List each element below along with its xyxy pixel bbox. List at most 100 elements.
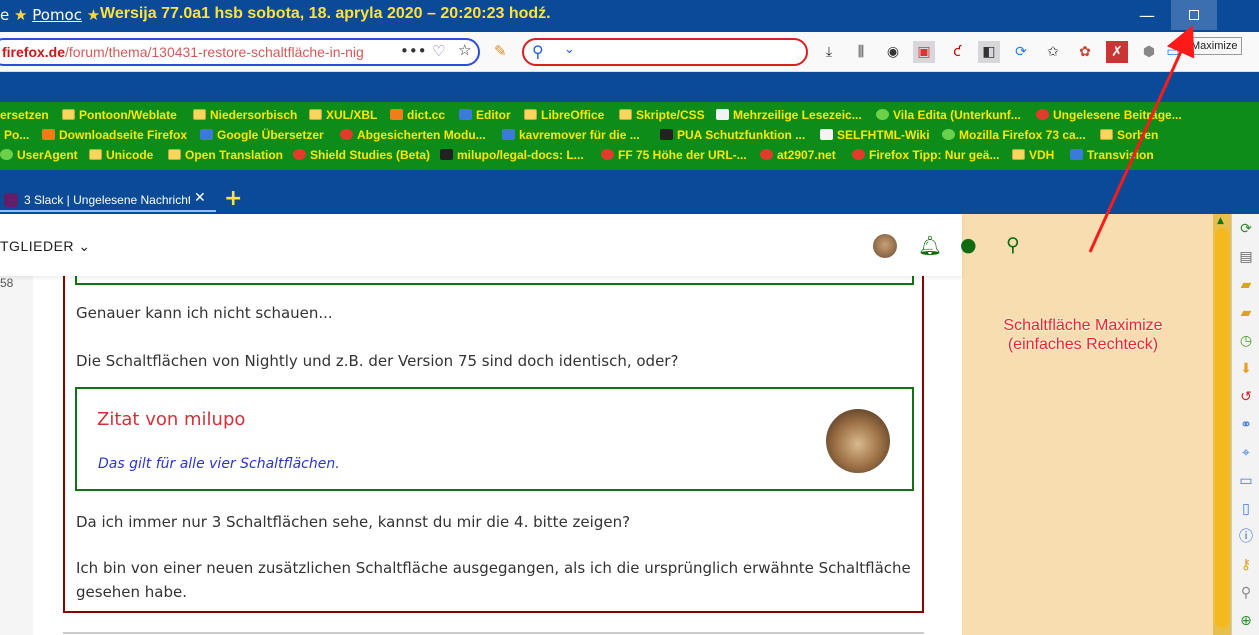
maximize-icon: [1189, 10, 1199, 20]
sync-icon[interactable]: ⟳: [1010, 41, 1032, 63]
bookmark-item[interactable]: Vila Edita (Unterkunf...: [876, 108, 1021, 122]
url-bar[interactable]: firefox.de/forum/thema/130431-restore-sc…: [0, 38, 480, 66]
minimize-button[interactable]: —: [1124, 0, 1170, 30]
bookmark-item[interactable]: ersetzen: [0, 108, 49, 122]
search-icon: ⚲: [532, 42, 544, 61]
bookmark-star-icon[interactable]: ☆: [458, 41, 471, 59]
bookmark-item[interactable]: Transvision: [1070, 148, 1154, 162]
bookmark-item[interactable]: FF 75 Höhe der URL-...: [601, 148, 747, 162]
maximize-button[interactable]: [1171, 0, 1217, 30]
star-icon: ★: [14, 6, 28, 24]
post-paragraph: Da ich immer nur 3 Schaltflächen sehe, k…: [76, 513, 631, 531]
bookmark-item[interactable]: Mehrzeilige Lesezeic...: [716, 108, 862, 122]
search-icon[interactable]: ⚲: [1006, 234, 1020, 256]
bookmark-item[interactable]: at2907.net: [760, 148, 836, 162]
library-icon[interactable]: ⫼: [850, 41, 872, 63]
bookmark-item[interactable]: VDH: [1012, 148, 1054, 162]
bookmark-item[interactable]: Sorben: [1100, 128, 1158, 142]
close-tab-icon[interactable]: ✕: [194, 190, 206, 206]
bookmark-item[interactable]: Unicode: [89, 148, 153, 162]
chevron-down-icon: ⌄: [78, 238, 91, 254]
open-folder-icon[interactable]: ▭: [1237, 472, 1255, 490]
clock-icon[interactable]: ◷: [1237, 332, 1255, 350]
bookmark-item[interactable]: Google Übersetzer: [200, 128, 324, 142]
favorites-icon[interactable]: ✩: [1042, 41, 1064, 63]
extension-ie-icon[interactable]: ▭: [1162, 41, 1184, 63]
key-icon[interactable]: ⚷: [1237, 556, 1255, 574]
quote-box: Zitat von milupo Das gilt für alle vier …: [75, 387, 914, 491]
extension-badge-icon[interactable]: ✿: [1074, 41, 1096, 63]
new-tab-button[interactable]: +: [224, 186, 242, 211]
bookmark-item[interactable]: UserAgent: [0, 148, 78, 162]
title-bar: e ★ Pomoc ★ Wersija 77.0a1 hsb sobota, 1…: [0, 0, 1259, 32]
avatar[interactable]: [873, 234, 897, 258]
version-datetime-text: Wersija 77.0a1 hsb sobota, 18. apryla 20…: [100, 5, 551, 22]
post-paragraph: Genauer kann ich nicht schauen...: [76, 304, 333, 322]
star-icon: ★: [86, 6, 101, 24]
bookmark-item[interactable]: Abgesicherten Modu...: [340, 128, 486, 142]
divider: [63, 632, 924, 634]
quote-title[interactable]: Zitat von milupo: [97, 409, 245, 430]
bookmark-item[interactable]: Shield Studies (Beta): [293, 148, 430, 162]
url-text[interactable]: firefox.de/forum/thema/130431-restore-sc…: [2, 44, 392, 60]
chat-icon[interactable]: ●: [960, 234, 977, 256]
scroll-thumb[interactable]: [1215, 228, 1229, 628]
link-icon[interactable]: ⚭: [1237, 416, 1255, 434]
extension-cf-icon[interactable]: ƈ: [946, 41, 968, 63]
bookmark-item[interactable]: PUA Schutzfunktion ...: [660, 128, 805, 142]
web-page: 58 Genauer kann ich nicht schauen... Die…: [0, 214, 1213, 635]
scrollbar[interactable]: ▲: [1213, 214, 1231, 635]
bookmark-item[interactable]: Pontoon/Weblate: [62, 108, 177, 122]
tab-label: 3 Slack | Ungelesene Nachrichten: [24, 193, 190, 207]
bookmark-item[interactable]: dict.cc: [390, 108, 445, 122]
sidebar-toggle-icon[interactable]: ◧: [978, 41, 1000, 63]
bookmark-item[interactable]: Open Translation: [168, 148, 283, 162]
bookmark-item[interactable]: Skripte/CSS: [619, 108, 705, 122]
nav-members[interactable]: TGLIEDER ⌄: [0, 238, 91, 255]
pocket-icon[interactable]: ♡: [432, 42, 445, 60]
bookmark-item[interactable]: kavremover für die ...: [502, 128, 640, 142]
bookmark-item[interactable]: Po...: [4, 128, 29, 142]
post-paragraph: Die Schaltflächen von Nightly und z.B. d…: [76, 352, 679, 370]
download-icon[interactable]: ⤓: [818, 41, 840, 63]
download-arrow-icon[interactable]: ⬇: [1237, 360, 1255, 378]
bookmark-item[interactable]: SELFHTML-Wiki: [820, 128, 930, 142]
bookmark-item[interactable]: Downloadseite Firefox: [42, 128, 187, 142]
add-icon[interactable]: ⊕: [1237, 612, 1255, 630]
bookmark-item[interactable]: milupo/legal-docs: L...: [440, 148, 584, 162]
quote-avatar[interactable]: [826, 409, 890, 473]
right-panel: [962, 214, 1213, 635]
folder-settings-icon[interactable]: ▰: [1237, 304, 1255, 322]
tab-slack[interactable]: 3 Slack | Ungelesene Nachrichten ✕: [0, 190, 216, 212]
bookmark-item[interactable]: Mozilla Firefox 73 ca...: [942, 128, 1086, 142]
chevron-down-icon[interactable]: ⌄: [564, 42, 575, 57]
page-icon[interactable]: ▯: [1237, 500, 1255, 518]
reader-icon[interactable]: ▣: [913, 41, 935, 63]
scroll-up-icon[interactable]: ▲: [1217, 216, 1224, 226]
bookmark-item[interactable]: Niedersorbisch: [193, 108, 297, 122]
edit-icon[interactable]: ✎: [494, 42, 507, 60]
info-icon[interactable]: ⓘ: [1237, 528, 1255, 546]
undo-icon[interactable]: ↺: [1237, 388, 1255, 406]
page-actions-icon[interactable]: •••: [400, 42, 427, 60]
bookmark-item[interactable]: Ungelesene Beiträge...: [1036, 108, 1182, 122]
bookmark-item[interactable]: LibreOffice: [524, 108, 604, 122]
toolbar-strip: [0, 72, 1259, 102]
extension-x-icon[interactable]: ✗: [1106, 41, 1128, 63]
bell-icon[interactable]: 🔔︎: [918, 234, 942, 257]
bookmark-item[interactable]: Editor: [459, 108, 511, 122]
bookmark-item[interactable]: Firefox Tipp: Nur geä...: [852, 148, 999, 162]
reload-icon[interactable]: ⟳: [1237, 220, 1255, 238]
forum-post: Genauer kann ich nicht schauen... Die Sc…: [63, 254, 924, 613]
bookmark-item[interactable]: XUL/XBL: [309, 108, 377, 122]
menu-item-partial[interactable]: e: [0, 6, 9, 24]
tag-icon[interactable]: ⌖: [1237, 444, 1255, 462]
adblock-icon[interactable]: ⬢: [1138, 41, 1160, 63]
menu-item-help[interactable]: Pomoc: [32, 6, 82, 24]
screenshot-icon[interactable]: ▤: [1237, 248, 1255, 266]
account-icon[interactable]: ◉: [882, 41, 904, 63]
navigation-toolbar: firefox.de/forum/thema/130431-restore-sc…: [0, 32, 1259, 72]
search-settings-icon[interactable]: ⚲: [1237, 584, 1255, 602]
folder-icon[interactable]: ▰: [1237, 276, 1255, 294]
search-bar[interactable]: ⚲ ⌄: [522, 38, 808, 66]
